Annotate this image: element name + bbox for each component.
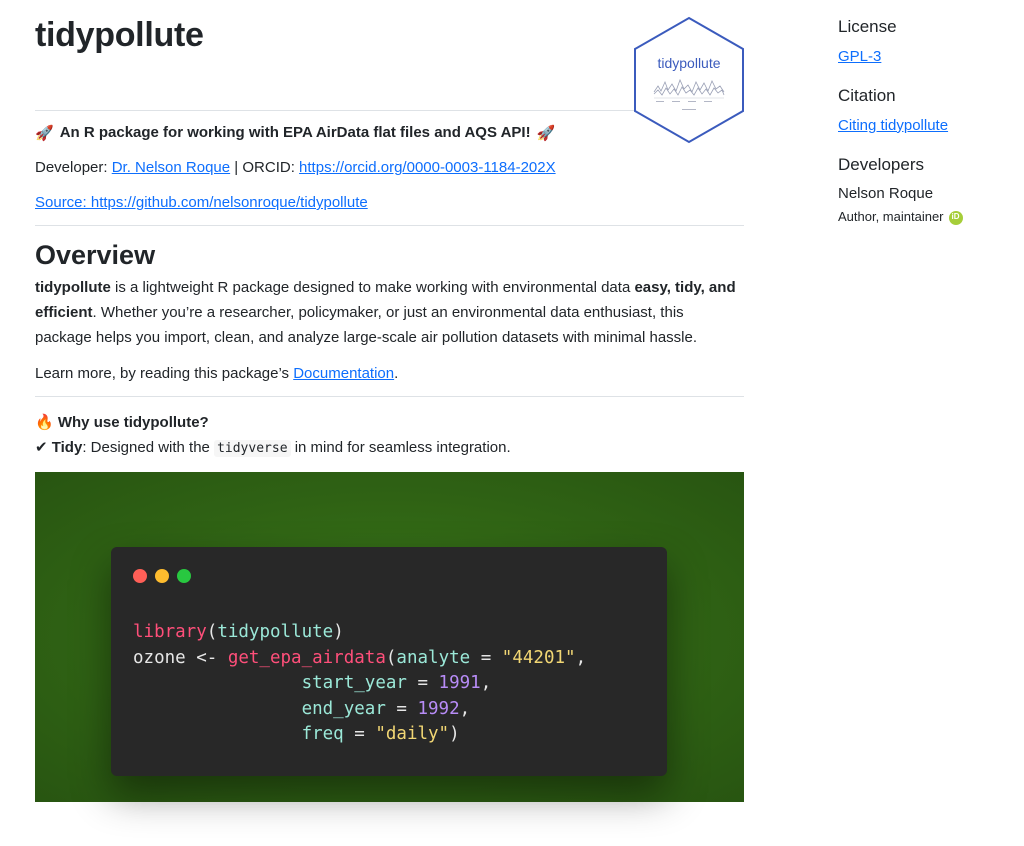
- code-token: ): [449, 724, 460, 745]
- code-window: library(tidypollute) ozone <- get_epa_ai…: [111, 547, 667, 777]
- license-link[interactable]: GPL-3: [838, 48, 881, 65]
- orcid-link[interactable]: https://orcid.org/0000-0003-1184-202X: [299, 159, 556, 176]
- developer-label: Developer:: [35, 159, 108, 176]
- tidyverse-code: tidyverse: [214, 440, 291, 458]
- why-heading-text: Why use tidypollute?: [57, 414, 209, 432]
- overview-text: is a lightweight R package designed to m…: [110, 279, 635, 297]
- source-link[interactable]: Source: https://github.com/nelsonroque/t…: [35, 194, 368, 211]
- tidy-feature-text: : Designed with the: [82, 439, 215, 457]
- code-token: ,: [459, 698, 471, 719]
- tidy-feature: ✔ Tidy: Designed with the tidyverse in m…: [35, 435, 744, 460]
- learn-more-line: Learn more, by reading this package’s Do…: [35, 362, 744, 386]
- developers-heading: Developers: [838, 154, 924, 174]
- citation-link[interactable]: Citing tidypollute: [838, 117, 948, 134]
- learn-more-end: .: [394, 365, 399, 383]
- overview-paragraph: tidypollute is a lightweight R package d…: [35, 275, 744, 350]
- overview-heading: Overview: [35, 240, 156, 270]
- license-heading: License: [838, 17, 897, 36]
- code-token: 1991: [438, 673, 481, 694]
- minimize-dot-icon: [155, 569, 169, 584]
- code-token: tidypollute: [217, 622, 334, 643]
- code-token: get_epa_airdata: [227, 647, 386, 668]
- code-token: =: [385, 698, 418, 719]
- source-line: Source: https://github.com/nelsonroque/t…: [35, 191, 744, 215]
- tagline-text: An R package for working with EPA AirDat…: [59, 124, 531, 141]
- tidy-feature-label: Tidy: [51, 439, 83, 457]
- developer-link[interactable]: Dr. Nelson Roque: [112, 159, 230, 176]
- main-content: tidypollute tidypollute 🚀 An R package f…: [35, 0, 744, 803]
- package-name-bold: tidypollute: [35, 279, 111, 297]
- rocket-icon: 🚀: [35, 124, 54, 142]
- code-token: end_year: [301, 698, 386, 719]
- maximize-dot-icon: [177, 569, 191, 584]
- fire-icon: 🔥: [35, 413, 54, 432]
- code-token: =: [343, 724, 376, 745]
- developer-role-text: Author, maintainer: [838, 209, 944, 225]
- why-heading: 🔥 Why use tidypollute?: [35, 410, 744, 435]
- code-token: analyte: [396, 647, 471, 668]
- page-header: tidypollute tidypollute: [35, 0, 744, 144]
- code-snippet: library(tidypollute) ozone <- get_epa_ai…: [133, 620, 586, 748]
- learn-more-text: Learn more, by reading this package’s: [35, 365, 294, 383]
- checkmark-icon: ✔: [35, 438, 48, 457]
- code-token: library: [133, 622, 207, 643]
- sidebar-developer-name: Nelson Roque: [838, 185, 934, 203]
- code-token: freq: [301, 724, 344, 745]
- sidebar-developer-role: Author, maintainer iD: [838, 207, 1018, 228]
- hex-logo-text: tidypollute: [657, 55, 720, 71]
- orcid-icon[interactable]: iD: [948, 210, 963, 225]
- page-title: tidypollute: [35, 16, 204, 54]
- orcid-label: | ORCID:: [234, 159, 295, 176]
- code-token: ): [333, 622, 344, 643]
- code-token: (: [206, 622, 218, 643]
- code-token: 1992: [417, 698, 460, 719]
- code-token: =: [470, 647, 502, 668]
- code-token: (: [385, 647, 397, 668]
- package-hex-logo: tidypollute: [634, 16, 744, 144]
- developer-line: Developer: Dr. Nelson Roque | ORCID: htt…: [35, 156, 744, 180]
- documentation-link[interactable]: Documentation: [293, 365, 394, 382]
- code-token: "daily": [375, 724, 450, 745]
- divider: [35, 225, 744, 226]
- tidy-feature-text: in mind for seamless integration.: [290, 439, 511, 457]
- overview-text: . Whether you’re a researcher, policymak…: [35, 304, 698, 347]
- code-token: ,: [575, 647, 587, 668]
- code-token: =: [406, 673, 439, 694]
- window-controls: [133, 569, 191, 584]
- citation-heading: Citation: [838, 85, 896, 105]
- code-token: ozone <-: [133, 647, 228, 668]
- divider: [35, 396, 744, 398]
- code-token: ,: [480, 673, 492, 694]
- code-token: "44201": [501, 647, 576, 668]
- sidebar: License GPL-3 Citation Citing tidypollut…: [838, 0, 1018, 228]
- close-dot-icon: [133, 569, 147, 584]
- code-banner-image: library(tidypollute) ozone <- get_epa_ai…: [35, 472, 744, 803]
- code-token: start_year: [301, 673, 407, 694]
- rocket-icon: 🚀: [536, 124, 556, 142]
